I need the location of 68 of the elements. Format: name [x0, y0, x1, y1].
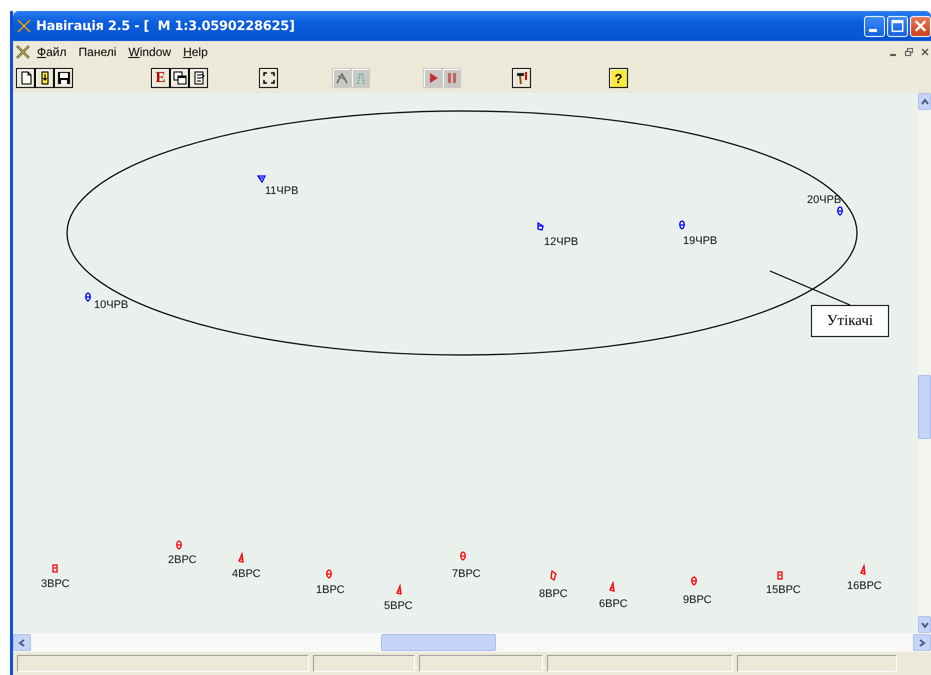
- scroll-thumb[interactable]: [381, 634, 496, 651]
- vessel-label: 1ВРС: [316, 584, 345, 596]
- vessel-label: 6ВРС: [599, 598, 628, 610]
- vessel-label: 7ВРС: [452, 568, 481, 580]
- minimize-button[interactable]: [864, 16, 885, 36]
- open-button[interactable]: [35, 68, 54, 88]
- restore-icon: [904, 47, 914, 57]
- ship-icon[interactable]: [858, 565, 868, 575]
- scroll-up-button[interactable]: [918, 93, 931, 110]
- vessel-label: 11ЧРВ: [265, 185, 298, 197]
- horizontal-scrollbar[interactable]: [13, 633, 931, 652]
- ship-icon[interactable]: [548, 570, 558, 580]
- close-button[interactable]: [910, 16, 931, 36]
- vessel-label: 15ВРС: [766, 584, 801, 596]
- scroll-right-button[interactable]: [913, 634, 931, 651]
- save-icon: [56, 70, 72, 86]
- hammer-button[interactable]: [512, 68, 531, 88]
- ship-icon[interactable]: [689, 576, 699, 586]
- ship-icon[interactable]: [324, 569, 334, 579]
- ship-icon[interactable]: [256, 174, 266, 184]
- group-label: Утікачі: [811, 305, 889, 337]
- minimize-icon: [868, 28, 876, 32]
- ship-icon[interactable]: [174, 540, 184, 550]
- restore-button[interactable]: [903, 45, 915, 59]
- ship-icon[interactable]: [775, 570, 785, 580]
- maximize-button[interactable]: [887, 16, 908, 36]
- ship-icon[interactable]: [607, 582, 617, 592]
- ship-icon[interactable]: [394, 585, 404, 595]
- vessel-label: 16ВРС: [847, 580, 882, 592]
- ship-icon[interactable]: [677, 220, 687, 230]
- close-icon: [920, 47, 930, 57]
- vessel-label: 20ЧРВ: [807, 194, 842, 206]
- crossed-swords-icon: [16, 18, 32, 34]
- scroll-down-button[interactable]: [918, 616, 931, 633]
- vessel-label: 2ВРС: [168, 554, 197, 566]
- export-button[interactable]: [189, 68, 208, 88]
- vessel-label: 12ЧРВ: [544, 236, 578, 248]
- minimize-icon: [890, 54, 896, 56]
- vessel-label: 3ВРС: [41, 578, 70, 590]
- windows-button[interactable]: [170, 68, 189, 88]
- crossed-swords-icon: [15, 44, 31, 60]
- menu-item[interactable]: Файл: [37, 45, 67, 59]
- menu-item[interactable]: Help: [183, 45, 208, 59]
- scroll-thumb[interactable]: [918, 375, 931, 439]
- window-title: Навігація 2.5 - [ M 1:3.0590228625]: [36, 18, 295, 34]
- ship-icon[interactable]: [83, 292, 93, 302]
- vertical-scrollbar[interactable]: [918, 93, 931, 633]
- scroll-left-button[interactable]: [13, 634, 31, 651]
- ship-icon[interactable]: [835, 206, 845, 216]
- ship-icon[interactable]: [236, 553, 246, 563]
- menu-item[interactable]: Window: [128, 45, 172, 59]
- ship-icon[interactable]: [458, 551, 468, 561]
- file-button[interactable]: [16, 68, 35, 88]
- windows-icon: [172, 70, 188, 86]
- ship-icon[interactable]: [535, 221, 545, 231]
- fullscreen-button[interactable]: [259, 68, 278, 88]
- save-button[interactable]: [54, 68, 73, 88]
- vessel-label: 5ВРС: [384, 600, 413, 612]
- vessel-label: 9ВРС: [683, 594, 712, 606]
- vessel-label: 8ВРС: [539, 588, 568, 600]
- fullscreen-icon: [260, 70, 276, 86]
- ship-icon[interactable]: [50, 563, 60, 573]
- toolbar-button[interactable]: E: [151, 68, 170, 88]
- vessel-label: 19ЧРВ: [683, 235, 718, 247]
- toolbar-button[interactable]: ?: [609, 68, 628, 88]
- vessel-label: 10ЧРВ: [94, 299, 128, 311]
- menu-item[interactable]: Панелі: [78, 45, 116, 59]
- vessel-label: 4ВРС: [232, 568, 261, 580]
